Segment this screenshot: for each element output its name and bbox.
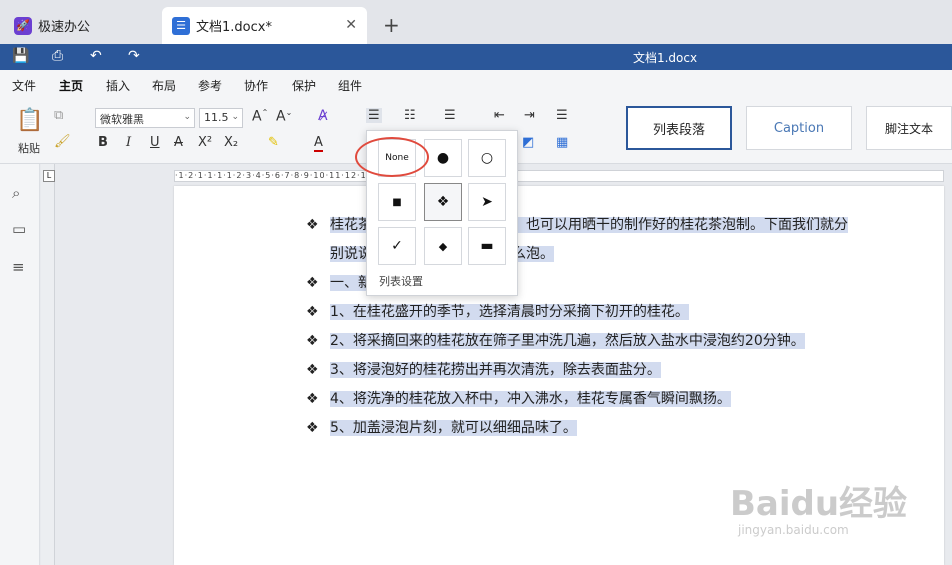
undo-icon[interactable]: ↶ xyxy=(90,48,102,64)
tab-stop-selector[interactable]: L xyxy=(43,170,55,182)
style-footnote-label: 脚注文本 xyxy=(884,121,933,136)
watermark-sub: jingyan.baidu.com xyxy=(738,523,849,537)
paste-label: 粘贴 xyxy=(18,142,40,155)
menu-home[interactable]: 主页 xyxy=(59,77,84,100)
bullet-diamond-cluster-option[interactable]: ❖ xyxy=(424,183,462,221)
horizontal-ruler[interactable]: ·1·2·1·1·1·1·2·3·4·5·6·7·8·9·10·11·12·13… xyxy=(174,170,944,182)
bold-button[interactable]: B xyxy=(98,135,108,150)
document-title: 文档1.docx xyxy=(632,51,698,65)
close-tab-icon[interactable]: ✕ xyxy=(345,17,357,33)
menu-collaborate[interactable]: 协作 xyxy=(244,77,268,94)
bullet-marker: ❖ xyxy=(306,333,319,349)
tab-document-label: 文档1.docx* xyxy=(196,20,272,35)
superscript-button[interactable]: X² xyxy=(198,135,212,150)
increase-indent-icon[interactable]: ⇥ xyxy=(524,108,535,123)
font-size-select[interactable]: 11.5 ⌄ xyxy=(199,108,243,128)
watermark: Baidu经验 jingyan.baidu.com xyxy=(730,476,907,537)
tab-home-label: 极速办公 xyxy=(38,20,91,35)
document-line[interactable]: 4、将洗净的桂花放入杯中，冲入沸水，桂花专属香气瞬间飘扬。 xyxy=(330,385,731,414)
menu-plugins[interactable]: 组件 xyxy=(338,77,362,94)
numbered-list-icon[interactable]: ☷ xyxy=(404,108,416,123)
bullet-hollow-circle-option[interactable]: ○ xyxy=(468,139,506,177)
bullet-diamond-option[interactable]: ◆ xyxy=(424,227,462,265)
decrease-font-icon[interactable]: A⌄ xyxy=(276,108,292,125)
bullet-style-panel: None ● ○ ■ ❖ ➤ ✓ ◆ ▬ 列表设置 xyxy=(366,130,518,296)
subscript-button[interactable]: X₂ xyxy=(224,135,238,150)
chevron-down-icon: ⌄ xyxy=(183,112,191,122)
bullet-marker: ❖ xyxy=(306,362,319,378)
chevron-down-icon: ⌄ xyxy=(231,112,239,122)
bullet-square-option[interactable]: ■ xyxy=(378,183,416,221)
bullet-marker: ❖ xyxy=(306,304,319,320)
bullet-marker: ❖ xyxy=(306,217,319,233)
menu-protect[interactable]: 保护 xyxy=(292,77,316,94)
tab-document[interactable]: ☰ 文档1.docx* ✕ xyxy=(162,7,367,44)
style-caption[interactable]: Caption xyxy=(746,106,852,150)
new-tab-icon[interactable]: + xyxy=(383,13,400,37)
shading-icon[interactable]: ◩ xyxy=(522,135,534,150)
underline-button[interactable]: U xyxy=(150,135,160,150)
tab-home[interactable]: 🚀 极速办公 xyxy=(4,7,160,44)
bullet-checkmark-option[interactable]: ✓ xyxy=(378,227,416,265)
clear-format-icon[interactable]: A̷ xyxy=(318,108,328,124)
strikethrough-button[interactable]: A xyxy=(174,135,183,150)
rocket-icon: 🚀 xyxy=(14,16,32,35)
italic-button[interactable]: I xyxy=(126,135,131,150)
comment-icon[interactable]: ▭ xyxy=(12,220,26,238)
style-list-paragraph[interactable]: 列表段落 xyxy=(626,106,732,150)
save-icon[interactable]: 💾 xyxy=(12,48,29,64)
bullet-arrow-option[interactable]: ➤ xyxy=(468,183,506,221)
menu-references[interactable]: 参考 xyxy=(198,77,222,94)
font-name-value: 微软雅黑 xyxy=(100,113,144,126)
document-line[interactable]: 5、加盖浸泡片刻，就可以细细品味了。 xyxy=(330,414,577,443)
format-painter-icon[interactable]: 🖌 xyxy=(54,134,71,149)
font-name-select[interactable]: 微软雅黑 ⌄ xyxy=(95,108,195,128)
style-list-paragraph-label: 列表段落 xyxy=(652,122,705,138)
document-line[interactable]: 1、在桂花盛开的季节，选择清晨时分采摘下初开的桂花。 xyxy=(330,298,689,327)
title-bar: 💾 ⎙ ↶ ↷ 文档1.docx xyxy=(0,44,952,70)
multilevel-list-icon[interactable]: ☰ xyxy=(444,108,456,123)
outline-icon[interactable]: ≡ xyxy=(12,258,25,276)
menu-bar: 文件 主页 插入 布局 参考 协作 保护 组件 xyxy=(0,70,952,100)
search-icon[interactable]: ⌕ xyxy=(12,184,20,202)
document-icon: ☰ xyxy=(172,16,190,35)
border-icon[interactable]: ▦ xyxy=(556,135,568,150)
paste-icon[interactable]: 📋 xyxy=(16,108,43,133)
style-footnote[interactable]: 脚注文本 xyxy=(866,106,952,150)
highlight-icon[interactable]: ✎ xyxy=(268,135,279,150)
font-size-value: 11.5 xyxy=(204,111,229,124)
vertical-ruler xyxy=(41,164,55,565)
bullet-filled-circle-option[interactable]: ● xyxy=(424,139,462,177)
document-line[interactable]: 2、将采摘回来的桂花放在筛子里冲洗几遍，然后放入盐水中浸泡约20分钟。 xyxy=(330,327,805,356)
print-icon[interactable]: ⎙ xyxy=(52,48,63,64)
line-spacing-icon[interactable]: ☰ xyxy=(556,108,568,123)
bullet-marker: ❖ xyxy=(306,420,319,436)
menu-insert[interactable]: 插入 xyxy=(106,77,130,94)
decrease-indent-icon[interactable]: ⇤ xyxy=(494,108,505,123)
bullet-none-option[interactable]: None xyxy=(378,139,416,177)
redo-icon[interactable]: ↷ xyxy=(128,48,140,64)
document-line[interactable]: 3、将浸泡好的桂花捞出并再次清洗，除去表面盐分。 xyxy=(330,356,661,385)
menu-layout[interactable]: 布局 xyxy=(152,77,176,94)
bullet-marker: ❖ xyxy=(306,275,319,291)
watermark-main: Baidu经验 xyxy=(730,484,908,524)
bullet-marker: ❖ xyxy=(306,391,319,407)
copy-icon[interactable]: ⧉ xyxy=(54,108,63,123)
tab-strip: 🚀 极速办公 ☰ 文档1.docx* ✕ + xyxy=(0,0,952,44)
left-sidebar: ⌕ ▭ ≡ xyxy=(0,164,40,565)
list-settings-link[interactable]: 列表设置 xyxy=(379,273,423,289)
font-color-icon[interactable]: A xyxy=(314,135,323,152)
bullet-list-icon[interactable]: ☰ xyxy=(366,108,382,123)
increase-font-icon[interactable]: A⌃ xyxy=(252,108,268,125)
bullet-dash-option[interactable]: ▬ xyxy=(468,227,506,265)
menu-file[interactable]: 文件 xyxy=(12,77,36,94)
style-caption-label: Caption xyxy=(773,120,825,136)
